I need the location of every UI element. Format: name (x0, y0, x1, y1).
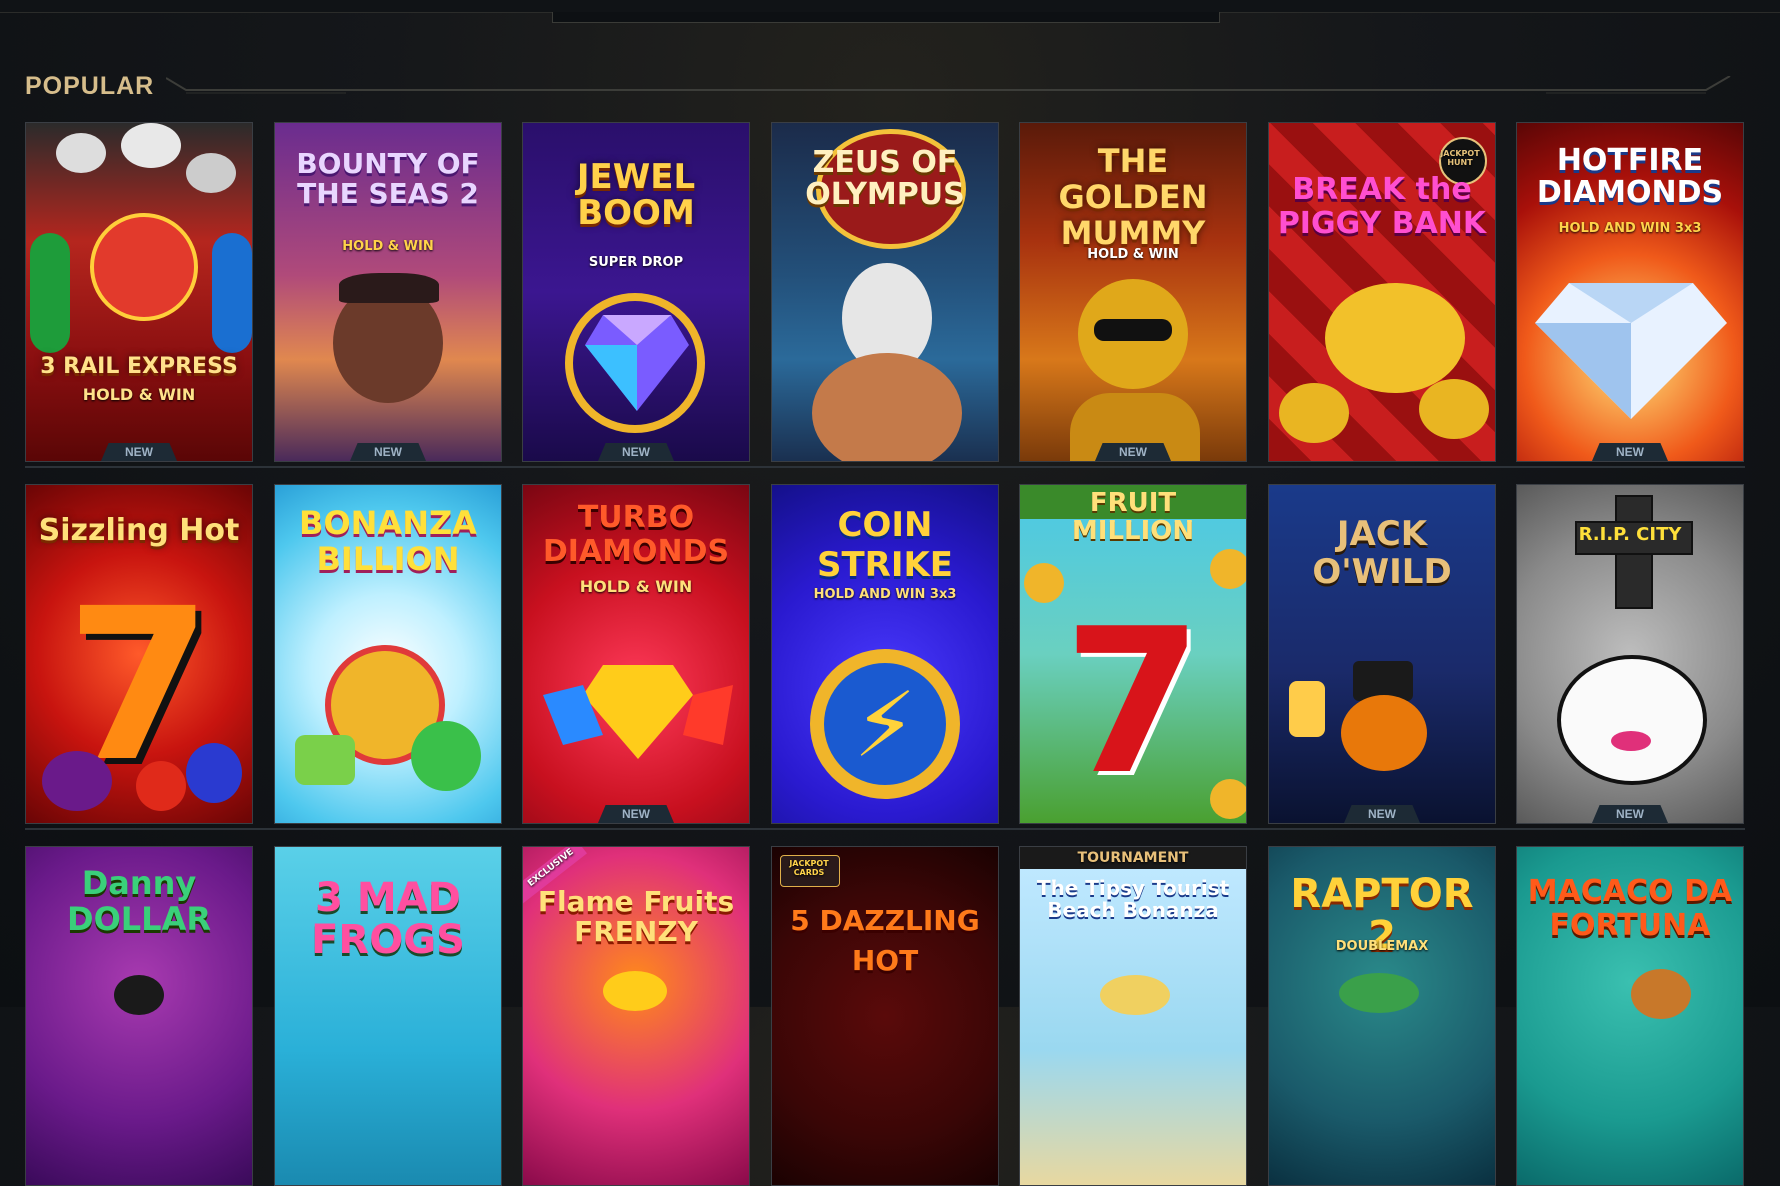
game-tile-bounty-of-the-seas-2[interactable]: BOUNTY OF THE SEAS 2 HOLD & WIN NEW (274, 122, 502, 462)
game-tile-flame-fruits-frenzy[interactable]: EXCLUSIVE Flame Fruits FRENZY (522, 846, 750, 1186)
game-title: 3 RAIL EXPRESS (40, 354, 238, 379)
game-title: Danny DOLLAR (67, 864, 211, 938)
game-subtitle: HOLD AND WIN 3x3 (813, 587, 957, 602)
game-subtitle: HOLD & WIN (342, 239, 434, 254)
game-tile-zeus-of-olympus[interactable]: ZEUS OF OLYMPUS (771, 122, 999, 462)
game-tile-turbo-diamonds[interactable]: TURBO DIAMONDS HOLD & WIN NEW (522, 484, 750, 824)
new-badge: NEW (1592, 805, 1668, 823)
jackpot-cards-badge: JACKPOT CARDS (789, 859, 829, 877)
game-title: Sizzling Hot (38, 513, 240, 548)
new-badge: NEW (598, 443, 674, 461)
game-tile-danny-dollar[interactable]: Danny DOLLAR (25, 846, 253, 1186)
game-tile-the-golden-mummy[interactable]: THE GOLDEN MUMMY HOLD & WIN NEW (1019, 122, 1247, 462)
game-title: HOTFIRE DIAMONDS (1536, 143, 1724, 210)
game-tile-break-the-piggy-bank[interactable]: JACKPOT HUNT BREAK the PIGGY BANK (1268, 122, 1496, 462)
row-divider (25, 466, 1745, 468)
game-title: COIN STRIKE (816, 505, 954, 585)
game-tile-5-dazzling-hot[interactable]: JACKPOT CARDS 5 DAZZLING HOT (771, 846, 999, 1186)
new-badge: NEW (350, 443, 426, 461)
game-title: R.I.P. CITY (1578, 524, 1682, 545)
game-subtitle: SUPER DROP (588, 255, 684, 270)
game-title: JEWEL BOOM (576, 157, 696, 233)
game-subtitle: HOLD & WIN (82, 385, 196, 404)
game-tile-rip-city[interactable]: R.I.P. CITY NEW (1516, 484, 1744, 824)
game-tile-sizzling-hot[interactable]: Sizzling Hot 7 (25, 484, 253, 824)
game-subtitle: HOLD & WIN (1087, 247, 1179, 262)
game-tile-jack-o-wild[interactable]: JACK O'WILD NEW (1268, 484, 1496, 824)
diamond-icon (543, 665, 733, 759)
new-badge: NEW (1344, 805, 1420, 823)
game-tile-the-tipsy-tourist[interactable]: TOURNAMENT The Tipsy Tourist Beach Bonan… (1019, 846, 1247, 1186)
game-title: ZEUS OF OLYMPUS (805, 145, 965, 212)
tournament-label: TOURNAMENT (1077, 850, 1189, 866)
game-title: BONANZA BILLION (299, 504, 477, 578)
game-title: Flame Fruits FRENZY (537, 885, 735, 948)
game-title: The Tipsy Tourist Beach Bonanza (1036, 876, 1230, 922)
new-badge: NEW (598, 805, 674, 823)
diamond-icon (585, 315, 689, 411)
game-title: BOUNTY OF THE SEAS 2 (296, 147, 480, 210)
new-badge: NEW (1592, 443, 1668, 461)
game-title: FRUIT MILLION (1071, 488, 1195, 546)
game-tile-bonanza-billion[interactable]: BONANZA BILLION (274, 484, 502, 824)
search-bar-slot[interactable] (552, 12, 1220, 23)
game-title: MACACO DA FORTUNA (1527, 874, 1733, 943)
diamond-icon (1535, 283, 1727, 419)
game-tile-macaco-da-fortuna[interactable]: MACACO DA FORTUNA (1516, 846, 1744, 1186)
section-title: POPULAR (25, 72, 155, 100)
row-divider (25, 828, 1745, 830)
game-subtitle: HOLD & WIN (579, 577, 693, 596)
title-divider (166, 76, 1731, 94)
game-title: 5 DAZZLING HOT (790, 904, 980, 977)
game-tile-3-rail-express[interactable]: 3 RAIL EXPRESS HOLD & WIN NEW (25, 122, 253, 462)
new-badge: NEW (1095, 443, 1171, 461)
game-tile-hotfire-diamonds[interactable]: HOTFIRE DIAMONDS HOLD AND WIN 3x3 NEW (1516, 122, 1744, 462)
game-subtitle: DOUBLEMAX (1335, 939, 1429, 954)
game-tile-raptor-2[interactable]: RAPTOR 2 DOUBLEMAX (1268, 846, 1496, 1186)
jackpot-hunt-badge: JACKPOT HUNT (1440, 149, 1480, 167)
game-tile-jewel-boom[interactable]: JEWEL BOOM SUPER DROP NEW (522, 122, 750, 462)
game-title: 3 MAD FROGS (311, 875, 465, 963)
game-tile-coin-strike[interactable]: COIN STRIKE HOLD AND WIN 3x3 ⚡ (771, 484, 999, 824)
game-title: BREAK the PIGGY BANK (1277, 172, 1487, 241)
game-title: JACK O'WILD (1312, 514, 1452, 592)
lightning-icon: ⚡ (853, 673, 917, 778)
game-subtitle: HOLD AND WIN 3x3 (1558, 221, 1702, 236)
new-badge: NEW (101, 443, 177, 461)
game-title: THE GOLDEN MUMMY (1058, 142, 1208, 252)
game-tile-fruit-million[interactable]: FRUIT MILLION 7 (1019, 484, 1247, 824)
game-title: TURBO DIAMONDS (542, 500, 730, 569)
game-tile-3-mad-frogs[interactable]: 3 MAD FROGS (274, 846, 502, 1186)
